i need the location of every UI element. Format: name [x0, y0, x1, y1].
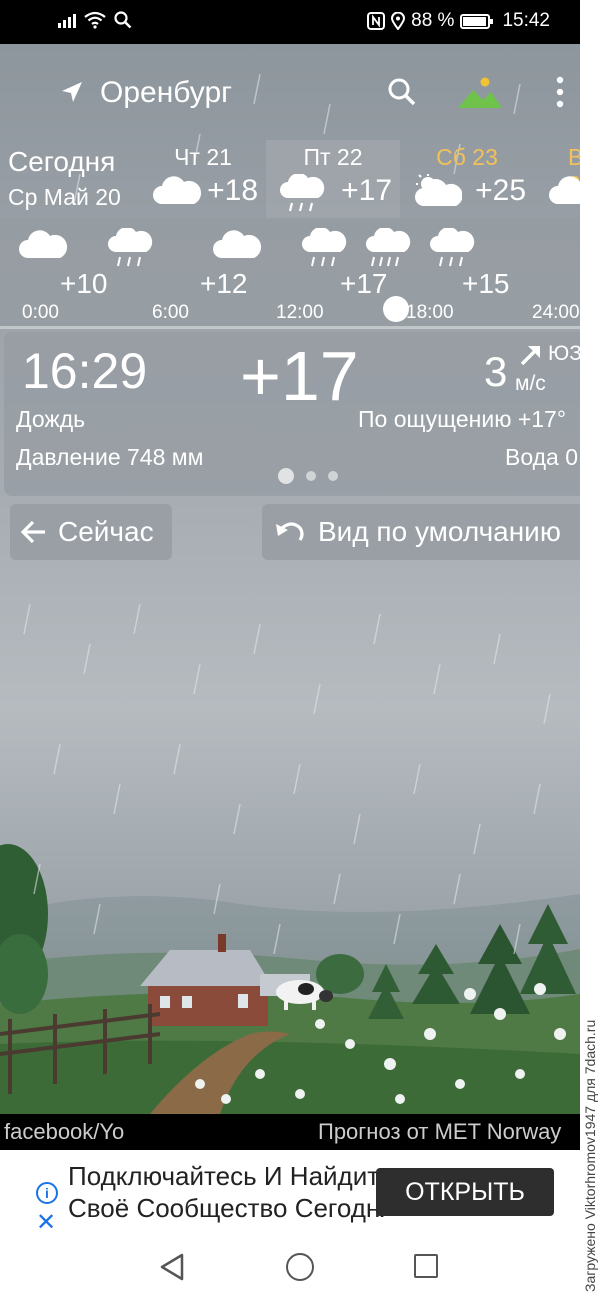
page-dot	[328, 471, 338, 481]
day-name: Сб 23	[436, 144, 498, 170]
condition-text: Дождь	[16, 406, 86, 432]
now-button[interactable]: Сейчас	[10, 504, 172, 560]
undo-icon	[276, 522, 304, 541]
day-name: Пт 22	[303, 144, 363, 170]
ad-open-button[interactable]: ОТКРЫТЬ	[376, 1168, 554, 1216]
wind-unit: м/с	[515, 372, 546, 395]
top-bar: Оренбург	[0, 44, 580, 140]
back-icon[interactable]	[158, 1252, 186, 1282]
heavy-rain-icon	[366, 228, 411, 267]
cloud-icon	[19, 230, 68, 258]
day-temp: +18	[207, 174, 258, 207]
day-temp: +25	[475, 174, 526, 207]
timeline-handle[interactable]	[383, 296, 409, 322]
hour-temp: +15	[462, 268, 510, 299]
current-weather-card[interactable]: 16:29 +17 3 ЮЗ м/с Дождь По ощущению +17…	[4, 332, 580, 496]
ad-banner[interactable]: i ✕ Подключайтесь И Найдите Своё Сообщес…	[34, 1150, 566, 1234]
watermark-text: Загружено Viktorhromov1947 для 7dach.ru	[582, 1019, 598, 1292]
day-temp: +17	[341, 174, 392, 207]
hour-temp: +10	[60, 268, 108, 299]
default-view-button[interactable]: Вид по умолчанию	[262, 504, 580, 560]
nfc-icon	[367, 12, 386, 30]
day-tabs: Сегодня Ср Май 20 Чт 21 +18 Пт 22 +17 Сб…	[0, 140, 580, 220]
search-icon	[114, 11, 132, 29]
close-icon[interactable]: ✕	[36, 1208, 56, 1234]
signal-icon	[58, 12, 76, 28]
clock: 15:42	[502, 10, 550, 31]
hour-label: 6:00	[152, 302, 189, 323]
day-name: Чт 21	[174, 144, 232, 170]
watermark: Загружено Viktorhromov1947 для 7dach.ru	[580, 0, 600, 1300]
current-temperature: +17	[240, 337, 359, 415]
wind-direction-icon	[520, 346, 540, 366]
timeline-track	[0, 326, 580, 329]
page-indicator	[278, 468, 338, 484]
today-date: Ср Май 20	[8, 184, 121, 210]
ad-line-2: Своё Сообщество Сегодня	[68, 1193, 388, 1223]
rain-icon	[302, 228, 347, 267]
wind-speed: 3	[484, 348, 508, 395]
cloud-icon	[153, 176, 202, 204]
partly-cloudy-icon	[415, 174, 462, 206]
page-dot-active	[278, 468, 294, 484]
city-name[interactable]: Оренбург	[100, 76, 232, 110]
hour-label: 24:00	[532, 302, 580, 323]
hour-label: 18:00	[406, 302, 454, 323]
info-icon[interactable]: i	[36, 1182, 58, 1204]
wifi-icon	[84, 11, 106, 29]
tab-day-saturday[interactable]: Сб 23 +25	[400, 140, 534, 220]
location-arrow-icon[interactable]	[60, 80, 84, 104]
system-nav-bar	[0, 1234, 580, 1300]
page-dot	[306, 471, 316, 481]
water-temperature: Вода 0	[505, 444, 579, 470]
facebook-link[interactable]: facebook/Yo	[4, 1119, 124, 1145]
rain-icon	[108, 228, 153, 267]
feels-like: По ощущению +17°	[358, 406, 567, 432]
credits-bar: facebook/Yo Прогноз от MET Norway	[0, 1114, 580, 1150]
battery-percent: 88 %	[411, 10, 455, 31]
tab-day-sunday[interactable]: Вс 24	[534, 140, 580, 220]
battery-icon	[460, 13, 494, 29]
recent-apps-icon[interactable]	[414, 1254, 438, 1278]
ad-text: Подключайтесь И Найдите Своё Сообщество …	[68, 1160, 388, 1224]
location-icon	[391, 12, 406, 30]
hour-temp: +12	[200, 268, 248, 299]
pressure: Давление 748 мм	[16, 444, 204, 470]
ad-line-1: Подключайтесь И Найдите	[68, 1161, 388, 1191]
scene-icon[interactable]	[456, 74, 504, 110]
hour-temp: +17	[340, 268, 388, 299]
rain-icon	[280, 174, 325, 212]
arrow-left-icon	[20, 520, 45, 544]
tab-day-thursday[interactable]: Чт 21 +18	[140, 140, 266, 220]
hour-label: 12:00	[276, 302, 324, 323]
home-icon[interactable]	[286, 1253, 314, 1281]
hour-label: 0:00	[22, 302, 59, 323]
cloud-icon	[549, 176, 580, 204]
tab-day-friday[interactable]: Пт 22 +17	[266, 140, 400, 220]
cloud-icon	[213, 230, 262, 258]
weather-app: 88 % 15:42 Оренбург Сегодня Ср Май 20 Чт…	[0, 0, 580, 1300]
wind-direction: ЮЗ	[548, 342, 580, 365]
now-button-label: Сейчас	[58, 516, 154, 547]
menu-icon[interactable]	[548, 74, 572, 110]
rain-icon	[430, 228, 475, 267]
forecast-source[interactable]: Прогноз от MET Norway	[318, 1119, 561, 1145]
search-icon[interactable]	[386, 76, 418, 108]
hourly-forecast[interactable]: +10 +12 +17 +15 0:00 6:00 12:00 18:00 24…	[0, 218, 580, 329]
current-time: 16:29	[22, 343, 148, 399]
default-view-label: Вид по умолчанию	[318, 516, 561, 547]
status-bar: 88 % 15:42	[0, 0, 580, 44]
today-title: Сегодня	[8, 146, 116, 177]
tab-today[interactable]: Сегодня Ср Май 20	[0, 140, 140, 220]
